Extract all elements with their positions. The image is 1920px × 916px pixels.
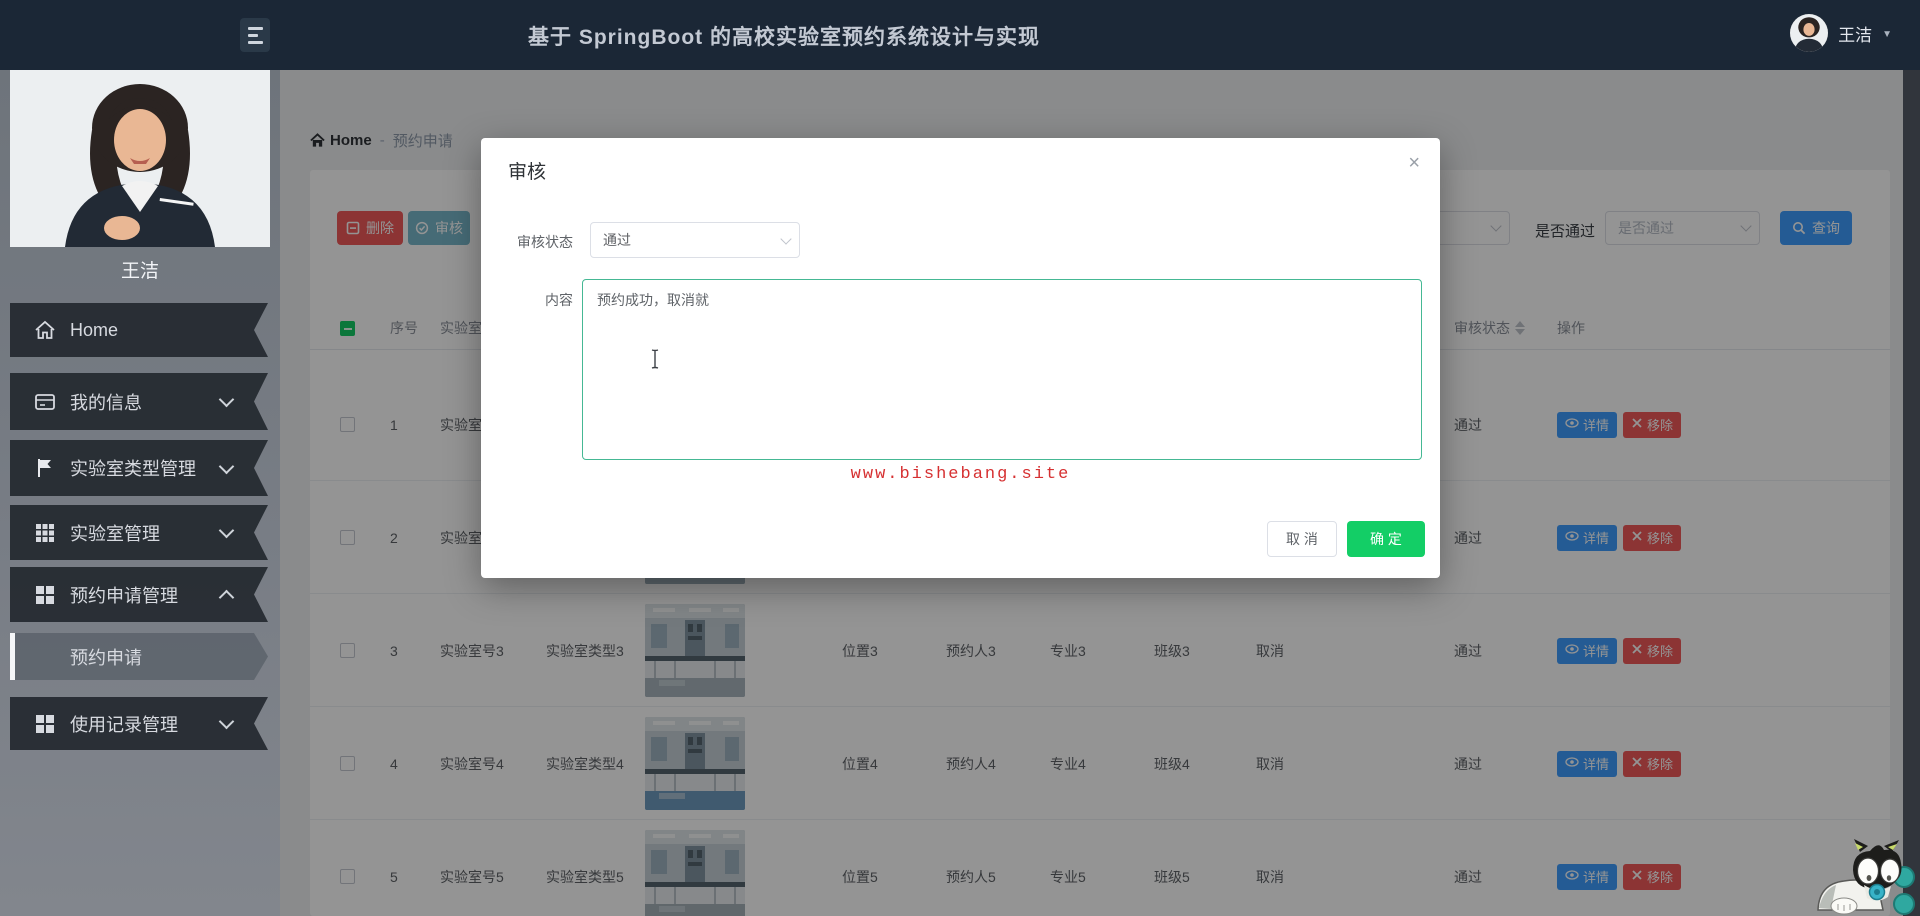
chevron-up-icon (219, 590, 235, 606)
flag-icon (34, 457, 56, 479)
sidebar-item-label: 预约申请 (70, 647, 142, 668)
profile-photo (10, 70, 270, 248)
card-icon (34, 391, 56, 413)
chevron-down-icon (219, 458, 235, 474)
close-icon[interactable]: × (1408, 152, 1420, 175)
grid4-icon (34, 584, 56, 606)
avatar (1790, 14, 1829, 52)
chevron-down-icon (219, 523, 235, 539)
chevron-down-icon: ▼ (1882, 28, 1892, 40)
chevron-down-icon (219, 714, 235, 730)
watermark-text: www.bishebang.site (850, 465, 1071, 484)
content-field-label: 内容 (545, 292, 573, 308)
grid9-icon (34, 522, 56, 544)
sidebar-user-name: 王洁 (120, 261, 159, 282)
user-name: 王洁 (1838, 25, 1873, 45)
scrollbar[interactable] (1903, 70, 1920, 916)
sidebar: 王洁 Home 我的信息实验室类型管理 实验室管理预约申请管理 预约申请使用记录管理 (0, 70, 280, 916)
grid4-icon (34, 713, 56, 735)
top-header: 基于 SpringBoot 的高校实验室预约系统设计与实现 王洁 ▼ (0, 0, 1920, 70)
cat-sticker (1816, 838, 1911, 916)
sidebar-item-label: 我的信息 (70, 392, 142, 413)
app-window: 基于 SpringBoot 的高校实验室预约系统设计与实现 王洁 ▼ 王洁 Ho… (0, 0, 1920, 916)
home-icon (34, 319, 56, 341)
sidebar-item-label: 预约申请管理 (70, 585, 178, 606)
cancel-button[interactable]: 取 消 (1267, 521, 1337, 557)
status-select[interactable]: 通过 (590, 222, 800, 258)
chevron-down-icon (780, 233, 792, 245)
status-field-label: 审核状态 (517, 234, 573, 250)
content-textarea[interactable]: 预约成功，取消就 (582, 279, 1422, 460)
sidebar-item-menu-5[interactable]: 预约申请 (10, 633, 268, 680)
sidebar-item-menu-3[interactable]: 实验室管理 (10, 505, 268, 560)
page-title: 基于 SpringBoot 的高校实验室预约系统设计与实现 (528, 26, 1040, 49)
sidebar-item-menu-1[interactable]: 我的信息 (10, 373, 268, 430)
user-menu[interactable]: 王洁 ▼ (1790, 14, 1892, 52)
audit-modal: 审核 × 审核状态 通过 内容 预约成功，取消就 www.bishebang.s… (481, 138, 1440, 578)
sidebar-item-label: 实验室类型管理 (70, 459, 196, 479)
sidebar-toggle-button[interactable] (240, 18, 270, 52)
sidebar-item-menu-6[interactable]: 使用记录管理 (10, 697, 268, 750)
hamburger-icon (248, 27, 263, 30)
sidebar-item-menu-4[interactable]: 预约申请管理 (10, 567, 268, 622)
sidebar-item-home[interactable]: Home (10, 303, 268, 357)
sidebar-item-label: 使用记录管理 (70, 714, 178, 735)
chevron-down-icon (219, 392, 235, 408)
sidebar-item-menu-2[interactable]: 实验室类型管理 (10, 440, 268, 496)
sidebar-item-label: Home (70, 319, 119, 340)
modal-title: 审核 (508, 162, 547, 183)
confirm-button[interactable]: 确 定 (1347, 521, 1425, 557)
text-cursor-icon (649, 348, 661, 370)
sidebar-item-label: 实验室管理 (70, 523, 160, 544)
